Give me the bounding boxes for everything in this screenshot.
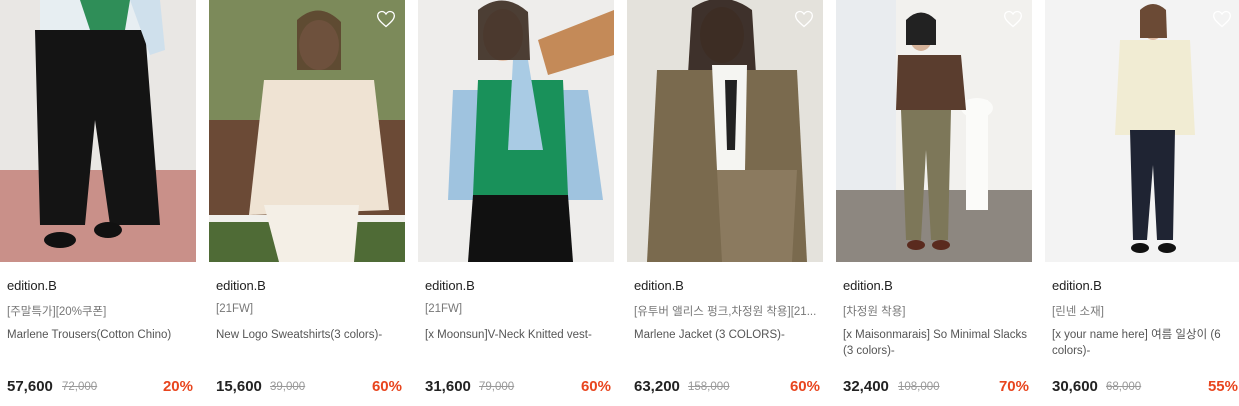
product-image[interactable] (836, 0, 1032, 262)
product-original-price: 68,000 (1106, 381, 1142, 393)
product-card[interactable]: edition.B [린넨 소재] [x your name here] 여름 … (1045, 0, 1239, 406)
product-price: 63,200 (634, 378, 680, 395)
product-tag[interactable]: [린넨 소재] (1052, 303, 1238, 319)
discount-rate: 60% (371, 378, 402, 395)
product-brand[interactable]: edition.B (634, 278, 684, 293)
product-original-price: 79,000 (479, 381, 515, 393)
product-price: 32,400 (843, 378, 889, 395)
heart-outline-icon[interactable] (376, 9, 396, 29)
product-card[interactable]: edition.B [21FW] [x Moonsun]V-Neck Knitt… (418, 0, 614, 406)
product-image[interactable] (418, 0, 614, 262)
product-tag[interactable]: [주말특가][20%쿠폰] (7, 303, 193, 319)
product-tag[interactable]: [차정원 착용] (843, 303, 1029, 319)
product-price: 57,600 (7, 378, 53, 395)
product-image[interactable] (0, 0, 196, 262)
discount-rate: 55% (1207, 378, 1238, 395)
product-brand[interactable]: edition.B (843, 278, 893, 293)
product-brand[interactable]: edition.B (7, 278, 57, 293)
product-original-price: 72,000 (62, 381, 98, 393)
product-name[interactable]: [x your name here] 여름 일상이 (6 colors)- (1052, 327, 1239, 359)
product-tag[interactable]: [유투버 앨리스 펑크,차정원 착용][21... (634, 303, 820, 319)
product-name[interactable]: [x Moonsun]V-Neck Knitted vest- (425, 327, 613, 343)
product-image[interactable] (1045, 0, 1239, 262)
product-name[interactable]: Marlene Trousers(Cotton Chino) (7, 327, 195, 343)
discount-rate: 70% (998, 378, 1029, 395)
product-image[interactable] (209, 0, 405, 262)
product-price: 15,600 (216, 378, 262, 395)
product-original-price: 39,000 (270, 381, 306, 393)
product-card[interactable]: edition.B [21FW] New Logo Sweatshirts(3 … (209, 0, 405, 406)
discount-rate: 60% (580, 378, 611, 395)
heart-outline-icon[interactable] (1003, 9, 1023, 29)
heart-outline-icon[interactable] (794, 9, 814, 29)
product-card[interactable]: edition.B [차정원 착용] [x Maisonmarais] So M… (836, 0, 1032, 406)
discount-rate: 20% (162, 378, 193, 395)
product-brand[interactable]: edition.B (216, 278, 266, 293)
product-card[interactable]: edition.B [주말특가][20%쿠폰] Marlene Trousers… (0, 0, 196, 406)
product-original-price: 108,000 (898, 381, 940, 393)
heart-outline-icon[interactable] (1212, 9, 1232, 29)
product-price: 30,600 (1052, 378, 1098, 395)
product-name[interactable]: [x Maisonmarais] So Minimal Slacks (3 co… (843, 327, 1031, 359)
product-image[interactable] (627, 0, 823, 262)
product-brand[interactable]: edition.B (425, 278, 475, 293)
product-card[interactable]: edition.B [유투버 앨리스 펑크,차정원 착용][21... Marl… (627, 0, 823, 406)
product-tag[interactable]: [21FW] (216, 303, 402, 315)
discount-rate: 60% (789, 378, 820, 395)
product-grid: edition.B [주말특가][20%쿠폰] Marlene Trousers… (0, 0, 1239, 406)
product-name[interactable]: New Logo Sweatshirts(3 colors)- (216, 327, 404, 343)
product-price: 31,600 (425, 378, 471, 395)
product-tag[interactable]: [21FW] (425, 303, 611, 315)
product-name[interactable]: Marlene Jacket (3 COLORS)- (634, 327, 822, 343)
product-original-price: 158,000 (688, 381, 730, 393)
product-brand[interactable]: edition.B (1052, 278, 1102, 293)
